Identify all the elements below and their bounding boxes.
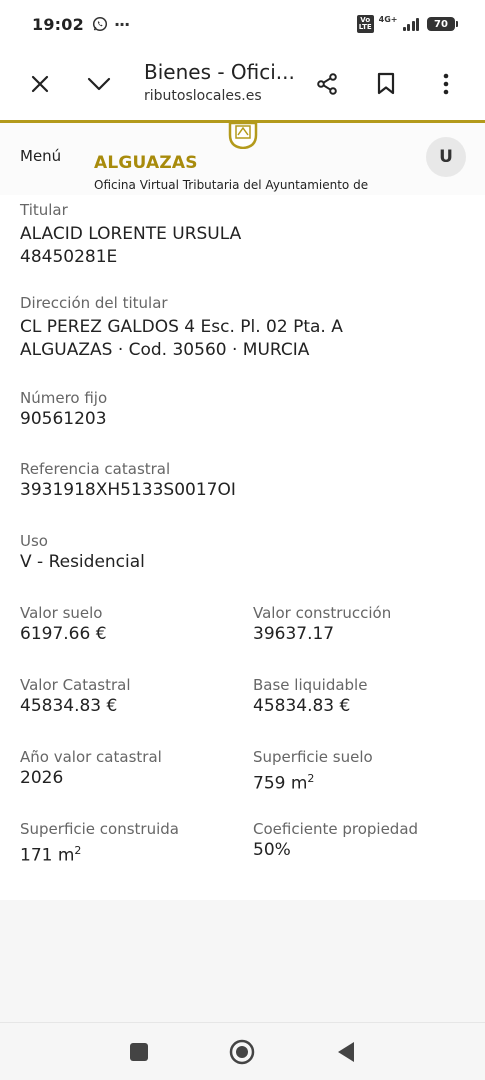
field-value: 171 m2: [20, 839, 179, 868]
whatsapp-icon: [92, 16, 108, 32]
field-coeficiente-propiedad: Coeficiente propiedad 50%: [253, 819, 418, 862]
field-direccion: Dirección del titular CL PEREZ GALDOS 4 …: [20, 293, 343, 362]
direccion-line2: ALGUAZAS · Cod. 30560 · MURCIA: [20, 340, 310, 360]
menu-button[interactable]: Menú: [20, 147, 61, 165]
value-text: 171 m: [20, 845, 75, 866]
browser-toolbar: Bienes - Ofici... ributoslocales.es: [0, 48, 485, 120]
volte-badge: Vo LTE: [356, 15, 374, 33]
tab-title: Bienes - Ofici...: [144, 60, 295, 84]
battery-icon: 70: [427, 17, 458, 31]
field-value: 45834.83 €: [20, 696, 118, 716]
direccion-line1: CL PEREZ GALDOS 4 Esc. Pl. 02 Pta. A: [20, 317, 343, 337]
property-details: Titular ALACID LORENTE URSULA 48450281E …: [0, 195, 485, 900]
field-label: Valor construcción: [253, 604, 392, 622]
field-label: Referencia catastral: [20, 460, 171, 478]
titular-id: 48450281E: [20, 247, 118, 267]
field-label: Valor Catastral: [20, 676, 131, 694]
field-value: 3931918XH5133S0017OI: [20, 480, 236, 500]
field-value: 759 m2: [253, 767, 373, 796]
status-right-group: Vo LTE 4G+ 70: [356, 14, 458, 33]
field-value: 50%: [253, 840, 291, 860]
field-value: 6197.66 €: [20, 624, 107, 644]
network-type: 4G+: [378, 14, 398, 24]
share-icon[interactable]: [305, 62, 349, 106]
back-triangle-icon[interactable]: [328, 1035, 364, 1069]
field-superficie-suelo: Superficie suelo 759 m2: [253, 747, 373, 796]
unit-exponent: 2: [307, 772, 315, 785]
tab-info[interactable]: Bienes - Ofici... ributoslocales.es: [144, 60, 304, 104]
battery-level: 70: [434, 18, 448, 30]
field-label: Año valor catastral: [20, 748, 162, 766]
field-label: Titular: [20, 201, 68, 219]
signal-icon: [402, 17, 419, 31]
page-footer-area: [0, 900, 485, 1022]
brand-name: ALGUAZAS: [94, 153, 198, 173]
field-valor-catastral: Valor Catastral 45834.83 €: [20, 675, 131, 718]
field-label: Superficie construida: [20, 820, 179, 838]
field-value: 2026: [20, 768, 64, 788]
field-superficie-construida: Superficie construida 171 m2: [20, 819, 179, 868]
recents-square-icon[interactable]: [121, 1035, 157, 1069]
field-label: Uso: [20, 532, 48, 550]
field-valor-suelo: Valor suelo 6197.66 €: [20, 603, 107, 646]
field-numero-fijo: Número fijo 90561203: [20, 388, 107, 431]
field-label: Superficie suelo: [253, 748, 373, 766]
field-anio-valor-catastral: Año valor catastral 2026: [20, 747, 162, 790]
value-text: 759 m: [253, 773, 308, 794]
crest-logo-icon: [228, 121, 258, 150]
more-vert-icon[interactable]: [424, 62, 468, 106]
status-bar: 19:02 ··· Vo LTE 4G+ 70: [0, 0, 485, 48]
field-value: 39637.17: [253, 624, 335, 644]
titular-name: ALACID LORENTE URSULA: [20, 224, 242, 244]
field-valor-construccion: Valor construcción 39637.17: [253, 603, 391, 646]
bookmark-icon[interactable]: [364, 62, 408, 106]
field-titular: Titular ALACID LORENTE URSULA 48450281E: [20, 200, 241, 269]
field-value: 90561203: [20, 409, 107, 429]
field-label: Coeficiente propiedad: [253, 820, 419, 838]
field-uso: Uso V - Residencial: [20, 531, 145, 574]
unit-exponent: 2: [74, 844, 82, 857]
field-value: 45834.83 €: [253, 696, 351, 716]
status-time: 19:02: [32, 14, 84, 34]
field-label: Dirección del titular: [20, 294, 168, 312]
site-header: Menú ALGUAZAS Oficina Virtual Tributaria…: [0, 121, 485, 208]
system-nav-bar: [0, 1022, 485, 1080]
close-icon[interactable]: [18, 62, 62, 106]
tab-url: ributoslocales.es: [144, 88, 262, 104]
home-circle-icon[interactable]: [224, 1035, 260, 1069]
field-referencia-catastral: Referencia catastral 3931918XH5133S0017O…: [20, 459, 236, 502]
field-label: Base liquidable: [253, 676, 368, 694]
field-label: Valor suelo: [20, 604, 103, 622]
chevron-down-icon[interactable]: [77, 62, 121, 106]
status-more-indicator: ···: [113, 14, 130, 34]
field-base-liquidable: Base liquidable 45834.83 €: [253, 675, 367, 718]
field-label: Número fijo: [20, 389, 108, 407]
field-value: V - Residencial: [20, 552, 145, 572]
user-avatar[interactable]: U: [426, 137, 466, 177]
